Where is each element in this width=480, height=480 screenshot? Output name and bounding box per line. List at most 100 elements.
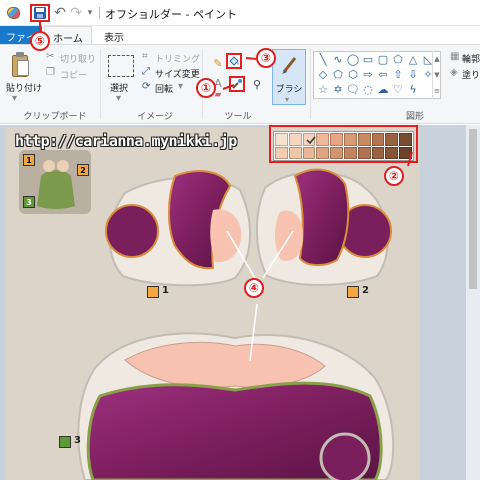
rounded-rect-shape-icon[interactable]: ▢ xyxy=(376,53,390,67)
rotate-button[interactable]: 回転 xyxy=(155,82,173,95)
title-bar: ↶ ↷ ▾ オフショルダー - ペイント xyxy=(0,0,480,26)
brush-label: ブラシ xyxy=(275,85,303,95)
resize-button[interactable]: サイズ変更 xyxy=(155,67,200,80)
save-icon xyxy=(34,7,46,19)
oval-shape-icon[interactable]: ◯ xyxy=(346,53,360,67)
pentagon-shape-icon[interactable]: ⬠ xyxy=(331,68,345,82)
quick-access-menu-icon[interactable]: ▾ xyxy=(85,4,95,22)
crop-button[interactable]: トリミング xyxy=(155,52,200,65)
palette-swatch[interactable] xyxy=(371,146,385,159)
palette-swatch[interactable] xyxy=(385,133,399,146)
legend-badge-1: 1 xyxy=(23,154,35,166)
group-separator xyxy=(100,49,101,119)
down-arrow-shape-icon[interactable]: ⇩ xyxy=(406,68,420,82)
cut-button[interactable]: 切り取り xyxy=(60,52,96,65)
redo-icon[interactable]: ↷ xyxy=(68,4,84,22)
piece-3-badge xyxy=(59,436,71,448)
copy-button[interactable]: コピー xyxy=(60,68,87,81)
diamond-shape-icon[interactable]: ◇ xyxy=(316,68,330,82)
piece-2-badge xyxy=(347,286,359,298)
scrollbar-thumb[interactable] xyxy=(469,129,477,289)
palette-swatch[interactable] xyxy=(275,133,288,146)
palette-swatch[interactable] xyxy=(399,146,412,159)
title-separator xyxy=(99,7,100,19)
vertical-scrollbar[interactable] xyxy=(466,125,480,480)
shape-fill-button[interactable]: 塗りつ xyxy=(462,68,480,81)
palette-swatch[interactable] xyxy=(399,133,412,146)
ribbon-tabs: ファイル ホーム 表示 xyxy=(0,26,480,45)
brush-dropdown-icon[interactable]: ▾ xyxy=(285,95,289,104)
polygon-shape-icon[interactable]: ⬠ xyxy=(391,53,405,67)
palette-swatch[interactable] xyxy=(275,146,288,159)
palette-swatch[interactable] xyxy=(330,146,343,159)
palette-swatch[interactable] xyxy=(302,133,316,146)
drawing-canvas[interactable]: http://carianna.mynikki.jp 1 2 3 1 2 3 xyxy=(5,128,420,480)
shapes-gallery: ╲ ∿ ◯ ▭ ▢ ⬠ △ ◺ ◇ ⬠ ⬡ ⇨ ⇦ ⇧ ⇩ ✧ ☆ ✡ 🗨 ◌ … xyxy=(313,51,441,99)
brush-icon xyxy=(282,57,297,74)
fill-icon: ◈ xyxy=(450,67,458,78)
callout-rect-shape-icon[interactable]: 🗨 xyxy=(346,83,360,97)
outline-button[interactable]: 輪郭 xyxy=(462,52,480,65)
undo-icon[interactable]: ↶ xyxy=(52,4,68,22)
triangle-shape-icon[interactable]: △ xyxy=(406,53,420,67)
legend-badge-3: 3 xyxy=(23,196,35,208)
heart-shape-icon[interactable]: ♡ xyxy=(391,83,405,97)
palette-swatch[interactable] xyxy=(330,133,343,146)
watermark-text: http://carianna.mynikki.jp xyxy=(15,132,237,150)
skin-color-palette xyxy=(273,131,414,161)
crop-icon: ⌗ xyxy=(142,51,148,62)
rotate-icon: ⟳ xyxy=(142,81,151,92)
fill-bucket-icon[interactable] xyxy=(226,53,242,69)
piece-1-label: 1 xyxy=(162,285,169,296)
magnifier-icon[interactable]: ⚲ xyxy=(249,76,265,92)
callout-1: ① xyxy=(196,78,216,98)
palette-swatch[interactable] xyxy=(302,146,316,159)
piece-3-label: 3 xyxy=(74,435,81,446)
resize-icon: ⤢ xyxy=(142,66,150,77)
save-button[interactable] xyxy=(30,4,50,22)
shapes-scroll-icon[interactable]: ▲ ▼ ≡ xyxy=(432,51,441,99)
tab-view[interactable]: 表示 xyxy=(96,26,132,44)
paint-app-icon[interactable] xyxy=(4,4,22,22)
palette-swatch[interactable] xyxy=(288,146,302,159)
tab-home[interactable]: ホーム xyxy=(44,26,92,45)
palette-swatch[interactable] xyxy=(357,146,371,159)
line-shape-icon[interactable]: ╲ xyxy=(316,53,330,67)
callout-3: ③ xyxy=(256,48,276,68)
callout-cloud-shape-icon[interactable]: ☁ xyxy=(376,83,390,97)
right-arrow-shape-icon[interactable]: ⇨ xyxy=(361,68,375,82)
piece-1-badge xyxy=(147,286,159,298)
piece-3-circle xyxy=(319,432,371,480)
select-dropdown-icon[interactable]: ▾ xyxy=(116,93,121,104)
palette-swatch[interactable] xyxy=(316,133,330,146)
callout-oval-shape-icon[interactable]: ◌ xyxy=(361,83,375,97)
palette-swatch[interactable] xyxy=(357,133,371,146)
rectangle-shape-icon[interactable]: ▭ xyxy=(361,53,375,67)
rotate-dropdown-icon[interactable]: ▾ xyxy=(178,81,183,92)
select-icon[interactable] xyxy=(108,55,134,77)
lightning-shape-icon[interactable]: ϟ xyxy=(406,83,420,97)
palette-swatch[interactable] xyxy=(344,133,357,146)
callout-5: ⑤ xyxy=(30,31,50,51)
paste-icon[interactable] xyxy=(10,51,30,79)
selected-check-icon xyxy=(306,136,316,145)
left-arrow-shape-icon[interactable]: ⇦ xyxy=(376,68,390,82)
ribbon: 貼り付け ▾ ✂ 切り取り ❐ コピー クリップボード 選択 ▾ ⌗ トリミング… xyxy=(0,44,480,124)
hexagon-shape-icon[interactable]: ⬡ xyxy=(346,68,360,82)
palette-swatch[interactable] xyxy=(316,146,330,159)
six-point-star-shape-icon[interactable]: ✡ xyxy=(331,83,345,97)
palette-swatch[interactable] xyxy=(344,146,357,159)
curve-shape-icon[interactable]: ∿ xyxy=(331,53,345,67)
five-point-star-shape-icon[interactable]: ☆ xyxy=(316,83,330,97)
pencil-icon[interactable]: ✎ xyxy=(210,55,226,71)
color-picker-icon[interactable] xyxy=(229,76,245,92)
up-arrow-shape-icon[interactable]: ⇧ xyxy=(391,68,405,82)
legend-badge-2: 2 xyxy=(77,164,89,176)
workspace: http://carianna.mynikki.jp 1 2 3 1 2 3 xyxy=(0,125,480,480)
paste-dropdown-icon[interactable]: ▾ xyxy=(12,93,17,104)
image-group-label: イメージ xyxy=(137,112,173,122)
cut-icon: ✂ xyxy=(46,51,55,62)
palette-swatch[interactable] xyxy=(385,146,399,159)
palette-swatch[interactable] xyxy=(288,133,302,146)
palette-swatch[interactable] xyxy=(371,133,385,146)
